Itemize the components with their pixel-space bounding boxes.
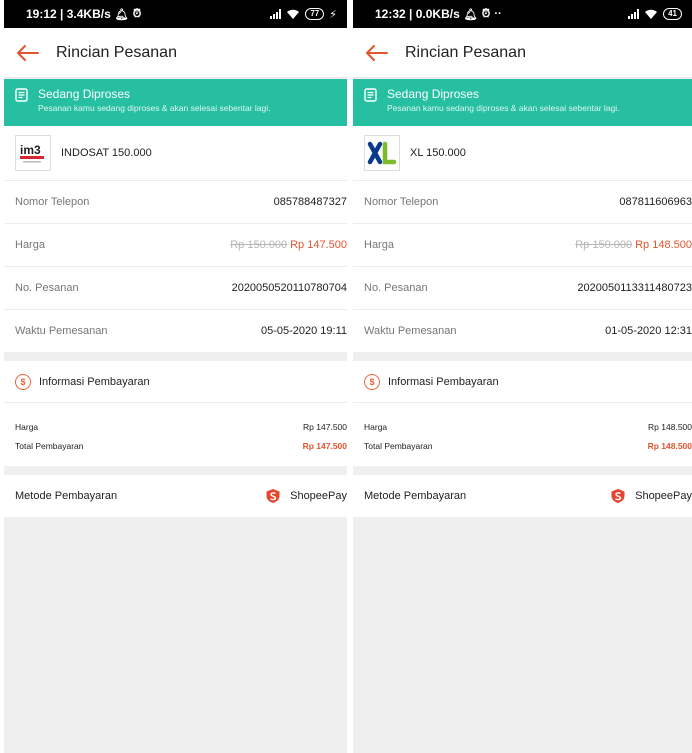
section-divider bbox=[4, 353, 347, 361]
charging-icon: ⚡︎ bbox=[329, 8, 337, 21]
order-number-row: No. Pesanan 2020050520110780704 bbox=[4, 267, 347, 310]
order-number-row: No. Pesanan 2020050113311480723 bbox=[353, 267, 692, 310]
payment-price-label: Harga bbox=[15, 421, 39, 432]
screenshot-right: 12:32 | 0.0KB/s 🔔︎ ⏰︎ ·· 41 Rincian Pesa… bbox=[353, 0, 692, 753]
dnd-icon: 🔔︎ bbox=[463, 8, 478, 21]
payment-method-value: ShopeePay bbox=[635, 490, 692, 502]
original-price: Rp 150.000 bbox=[230, 239, 288, 251]
payment-total-label: Total Pembayaran bbox=[364, 440, 433, 451]
payment-info-header: $ Informasi Pembayaran bbox=[4, 361, 347, 403]
status-bar-time-speed: 12:32 | 0.0KB/s bbox=[375, 7, 460, 21]
app-bar: Rincian Pesanan bbox=[353, 28, 692, 78]
product-name: XL 150.000 bbox=[410, 147, 466, 159]
arrow-left-icon[interactable] bbox=[14, 43, 40, 63]
payment-method-row: Metode Pembayaran ShopeePay bbox=[353, 475, 692, 517]
wifi-icon bbox=[645, 9, 658, 19]
payment-details: Harga Rp 147.500 Total Pembayaran Rp 147… bbox=[4, 403, 347, 466]
wifi-icon bbox=[287, 9, 300, 19]
battery-icon: 41 bbox=[663, 8, 682, 20]
signal-icon bbox=[628, 9, 640, 19]
payment-info-title: Informasi Pembayaran bbox=[388, 375, 499, 388]
alarm-icon: ⏰︎ bbox=[481, 7, 491, 20]
payment-total-label: Total Pembayaran bbox=[15, 440, 84, 451]
payment-method-value: ShopeePay bbox=[290, 490, 347, 502]
alarm-icon: ⏰︎ bbox=[132, 7, 142, 20]
dnd-icon: 🔔︎ bbox=[114, 8, 129, 21]
order-status-banner: Sedang Diproses Pesanan kamu sedang dipr… bbox=[353, 79, 692, 126]
price-row: Harga Rp 150.000 Rp 147.500 bbox=[4, 224, 347, 267]
order-status-title: Sedang Diproses bbox=[38, 87, 131, 101]
order-time-value: 01-05-2020 12:31 bbox=[605, 325, 692, 337]
phone-number-row: Nomor Telepon 085788487327 bbox=[4, 181, 347, 224]
payment-price-line: Harga Rp 148.500 bbox=[364, 417, 692, 436]
signal-icon bbox=[270, 9, 282, 19]
payment-price-value: Rp 148.500 bbox=[648, 421, 692, 432]
app-bar: Rincian Pesanan bbox=[4, 28, 347, 78]
status-bar-time-speed: 19:12 | 3.4KB/s bbox=[26, 7, 111, 21]
order-status-title: Sedang Diproses bbox=[387, 87, 480, 101]
battery-icon: 77 bbox=[305, 8, 325, 20]
shopeepay-icon bbox=[266, 489, 280, 503]
original-price: Rp 150.000 bbox=[575, 239, 633, 251]
indosat-logo: im3 bbox=[15, 135, 51, 171]
row-label: No. Pesanan bbox=[364, 282, 428, 294]
order-time-row: Waktu Pemesanan 05-05-2020 19:11 bbox=[4, 310, 347, 353]
payment-method-label: Metode Pembayaran bbox=[15, 490, 118, 502]
discounted-price: Rp 147.500 bbox=[290, 239, 347, 251]
order-status-description: Pesanan kamu sedang diproses & akan sele… bbox=[38, 103, 271, 113]
phone-number-value: 085788487327 bbox=[273, 196, 347, 208]
row-label: No. Pesanan bbox=[15, 282, 79, 294]
row-label: Harga bbox=[364, 239, 394, 251]
row-label: Nomor Telepon bbox=[15, 196, 90, 208]
payment-method-label: Metode Pembayaran bbox=[364, 490, 467, 502]
product-item: im3 INDOSAT 150.000 bbox=[4, 126, 347, 181]
row-label: Waktu Pemesanan bbox=[364, 325, 457, 337]
order-status-description: Pesanan kamu sedang diproses & akan sele… bbox=[387, 103, 620, 113]
xl-logo bbox=[364, 135, 400, 171]
row-label: Harga bbox=[15, 239, 45, 251]
payment-total-line: Total Pembayaran Rp 147.500 bbox=[15, 436, 347, 455]
screenshot-left: 19:12 | 3.4KB/s 🔔︎ ⏰︎ 77 ⚡︎ Rincian Pesa… bbox=[4, 0, 347, 753]
order-status-banner: Sedang Diproses Pesanan kamu sedang dipr… bbox=[4, 79, 347, 126]
row-label: Waktu Pemesanan bbox=[15, 325, 108, 337]
dollar-coin-icon: $ bbox=[364, 373, 380, 390]
order-time-row: Waktu Pemesanan 01-05-2020 12:31 bbox=[353, 310, 692, 353]
product-item: XL 150.000 bbox=[353, 126, 692, 181]
payment-price-value: Rp 147.500 bbox=[303, 421, 347, 432]
order-number-value: 2020050113311480723 bbox=[577, 282, 692, 294]
document-icon bbox=[364, 88, 377, 102]
payment-total-value: Rp 148.500 bbox=[647, 440, 692, 451]
page-title: Rincian Pesanan bbox=[405, 43, 526, 61]
payment-details: Harga Rp 148.500 Total Pembayaran Rp 148… bbox=[353, 403, 692, 466]
svg-text:im3: im3 bbox=[20, 143, 41, 157]
payment-info-title: Informasi Pembayaran bbox=[39, 375, 150, 388]
product-name: INDOSAT 150.000 bbox=[61, 147, 152, 159]
price-row: Harga Rp 150.000 Rp 148.500 bbox=[353, 224, 692, 267]
page-title: Rincian Pesanan bbox=[56, 43, 177, 61]
payment-total-value: Rp 147.500 bbox=[302, 440, 347, 451]
phone-number-row: Nomor Telepon 087811606963 bbox=[353, 181, 692, 224]
phone-number-value: 087811606963 bbox=[619, 196, 692, 208]
document-icon bbox=[15, 88, 28, 102]
payment-total-line: Total Pembayaran Rp 148.500 bbox=[364, 436, 692, 455]
status-bar: 19:12 | 3.4KB/s 🔔︎ ⏰︎ 77 ⚡︎ bbox=[4, 0, 347, 28]
order-number-value: 2020050520110780704 bbox=[231, 282, 347, 294]
payment-info-header: $ Informasi Pembayaran bbox=[353, 361, 692, 403]
arrow-left-icon[interactable] bbox=[363, 43, 389, 63]
row-label: Nomor Telepon bbox=[364, 196, 439, 208]
status-bar: 12:32 | 0.0KB/s 🔔︎ ⏰︎ ·· 41 bbox=[353, 0, 692, 28]
payment-method-row: Metode Pembayaran ShopeePay bbox=[4, 475, 347, 517]
order-time-value: 05-05-2020 19:11 bbox=[260, 325, 347, 337]
dollar-coin-icon: $ bbox=[15, 373, 31, 390]
payment-price-label: Harga bbox=[364, 421, 388, 432]
discounted-price: Rp 148.500 bbox=[635, 239, 692, 251]
shopeepay-icon bbox=[611, 489, 625, 503]
more-dots-icon: ·· bbox=[494, 8, 502, 20]
payment-price-line: Harga Rp 147.500 bbox=[15, 417, 347, 436]
section-divider bbox=[353, 353, 692, 361]
